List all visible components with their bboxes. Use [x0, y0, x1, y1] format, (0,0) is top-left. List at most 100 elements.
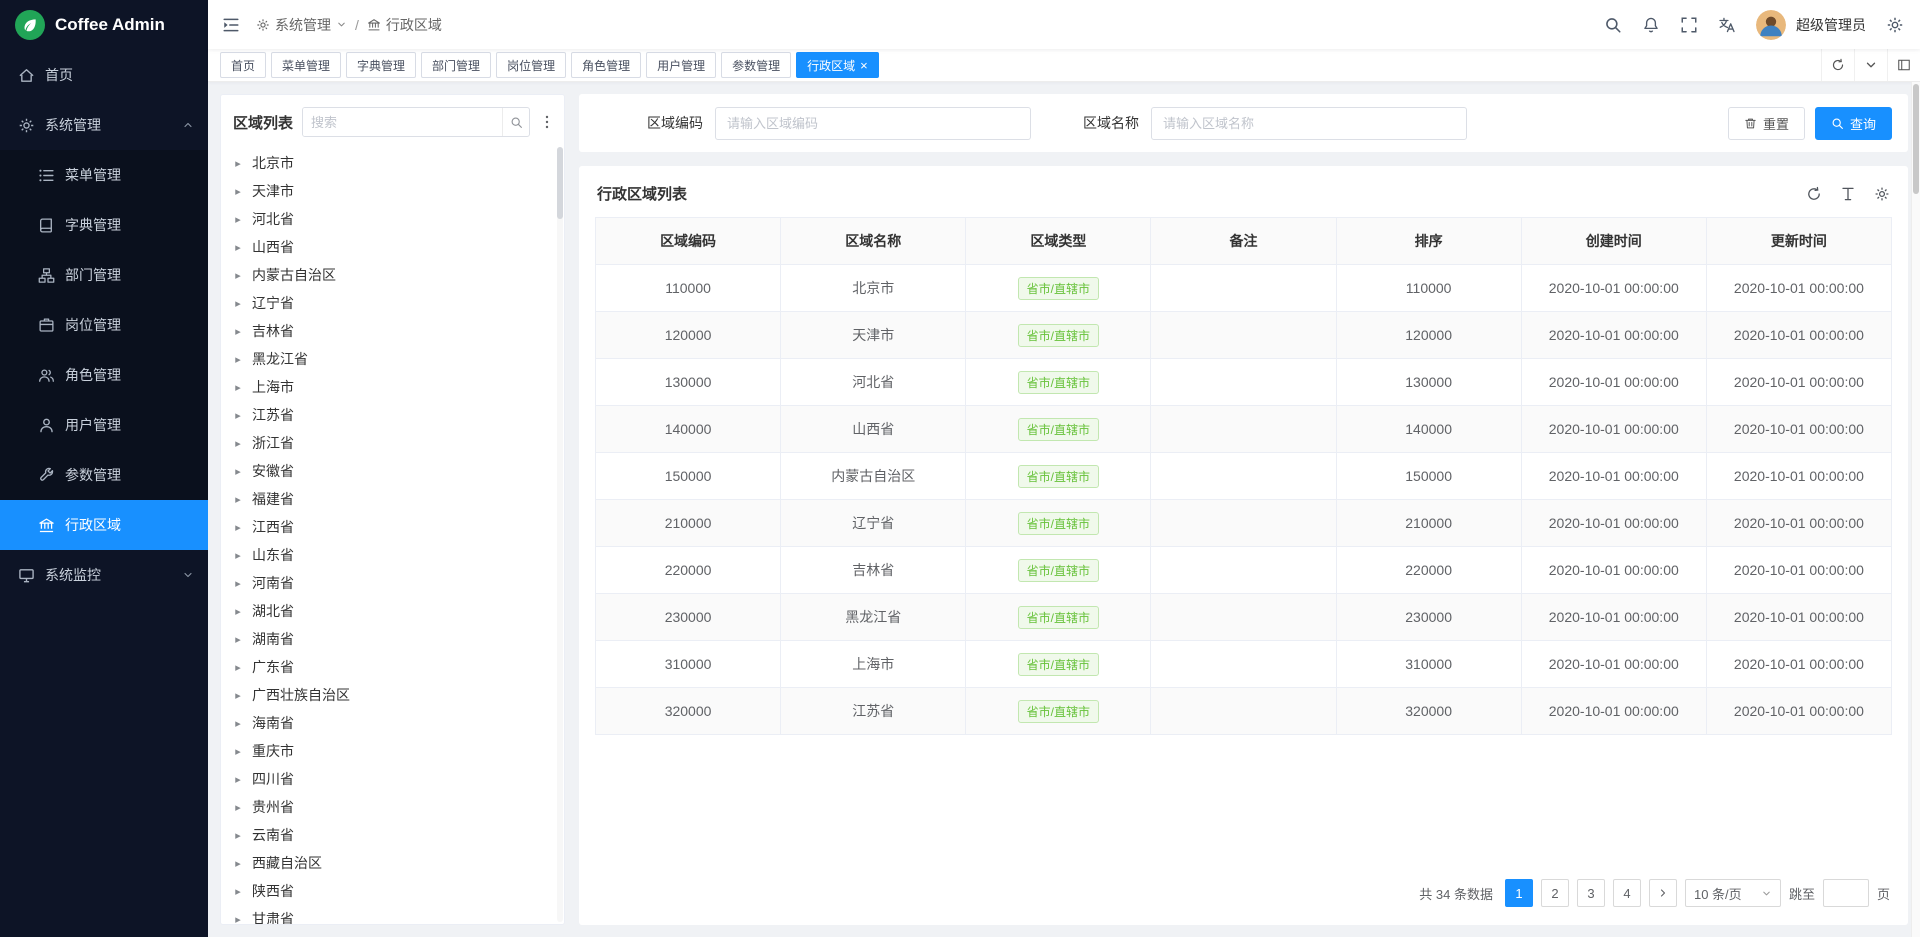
table-cell: 省市/直辖市 [966, 359, 1151, 406]
reset-button-label: 重置 [1763, 114, 1789, 133]
page-size-select[interactable]: 10 条/页 [1685, 879, 1781, 907]
tab-user[interactable]: 用户管理 [646, 52, 716, 78]
page-button-3[interactable]: 3 [1577, 879, 1605, 907]
settings-gear-icon[interactable] [1886, 16, 1904, 34]
caret-right-icon: ▸ [233, 633, 243, 646]
table-cell: 内蒙古自治区 [781, 453, 966, 500]
tree-item[interactable]: ▸辽宁省 [233, 289, 550, 317]
tree-item[interactable]: ▸江苏省 [233, 401, 550, 429]
table-row: 130000河北省省市/直辖市1300002020-10-01 00:00:00… [596, 359, 1892, 406]
tree-item[interactable]: ▸河南省 [233, 569, 550, 597]
chevron-right-icon [1657, 887, 1669, 899]
tree-item[interactable]: ▸陕西省 [233, 877, 550, 905]
fullscreen-icon[interactable] [1680, 16, 1698, 34]
tree-item[interactable]: ▸浙江省 [233, 429, 550, 457]
refresh-icon[interactable] [1806, 186, 1822, 202]
user-avatar[interactable] [1756, 10, 1786, 40]
region-search-input[interactable] [303, 108, 502, 136]
tree-item[interactable]: ▸安徽省 [233, 457, 550, 485]
window-scrollbar-thumb[interactable] [1913, 84, 1919, 194]
table-row: 140000山西省省市/直辖市1400002020-10-01 00:00:00… [596, 406, 1892, 453]
tree-item[interactable]: ▸西藏自治区 [233, 849, 550, 877]
sidebar-item-menu[interactable]: 菜单管理 [0, 150, 208, 200]
sidebar-item-region[interactable]: 行政区域 [0, 500, 208, 550]
sidebar-item-home[interactable]: 首页 [0, 50, 208, 100]
refresh-tabs-icon[interactable] [1821, 49, 1854, 81]
sidebar-item-post[interactable]: 岗位管理 [0, 300, 208, 350]
panel-scrollbar-thumb[interactable] [557, 147, 563, 219]
sidebar-item-dept[interactable]: 部门管理 [0, 250, 208, 300]
layout-expand-icon[interactable] [1887, 49, 1920, 81]
tree-item[interactable]: ▸甘肃省 [233, 905, 550, 924]
notification-bell-icon[interactable] [1642, 16, 1660, 34]
tree-item[interactable]: ▸贵州省 [233, 793, 550, 821]
sidebar-item-user[interactable]: 用户管理 [0, 400, 208, 450]
table-settings-gear-icon[interactable] [1874, 186, 1890, 202]
tree-item[interactable]: ▸吉林省 [233, 317, 550, 345]
sidebar-item-system-monitor[interactable]: 系统监控 [0, 550, 208, 600]
tree-item[interactable]: ▸广东省 [233, 653, 550, 681]
table-cell: 2020-10-01 00:00:00 [1521, 641, 1706, 688]
tab-dept[interactable]: 部门管理 [421, 52, 491, 78]
tree-item[interactable]: ▸湖南省 [233, 625, 550, 653]
collapse-sidebar-icon[interactable] [222, 16, 240, 34]
tree-item[interactable]: ▸北京市 [233, 149, 550, 177]
tab-role[interactable]: 角色管理 [571, 52, 641, 78]
breadcrumb-label: 行政区域 [386, 15, 442, 35]
caret-right-icon: ▸ [233, 269, 243, 282]
sidebar-item-dict[interactable]: 字典管理 [0, 200, 208, 250]
more-options-icon[interactable] [539, 114, 555, 130]
search-icon[interactable] [502, 108, 529, 136]
tab-menu-chevron-icon[interactable] [1854, 49, 1887, 81]
tree-item[interactable]: ▸山西省 [233, 233, 550, 261]
tree-item[interactable]: ▸福建省 [233, 485, 550, 513]
tab-param[interactable]: 参数管理 [721, 52, 791, 78]
tree-item[interactable]: ▸云南省 [233, 821, 550, 849]
tree-item[interactable]: ▸上海市 [233, 373, 550, 401]
total-count: 共 34 条数据 [1419, 884, 1493, 903]
chevron-down-icon [1761, 888, 1772, 899]
tab-region[interactable]: 行政区域 × [796, 52, 879, 78]
jump-page-input[interactable] [1823, 879, 1869, 907]
table-cell: 210000 [1336, 500, 1521, 547]
tree-item-label: 福建省 [252, 489, 294, 509]
tab-label: 行政区域 [807, 57, 855, 74]
column-height-icon[interactable] [1840, 186, 1856, 202]
tree-item[interactable]: ▸天津市 [233, 177, 550, 205]
tree-item[interactable]: ▸广西壮族自治区 [233, 681, 550, 709]
close-tab-icon[interactable]: × [860, 59, 868, 72]
search-icon[interactable] [1604, 16, 1622, 34]
sidebar-item-param[interactable]: 参数管理 [0, 450, 208, 500]
window-scrollbar[interactable] [1911, 82, 1920, 937]
sidebar-item-role[interactable]: 角色管理 [0, 350, 208, 400]
tab-home[interactable]: 首页 [220, 52, 266, 78]
region-tree: ▸北京市▸天津市▸河北省▸山西省▸内蒙古自治区▸辽宁省▸吉林省▸黑龙江省▸上海市… [221, 147, 564, 924]
page-button-4[interactable]: 4 [1613, 879, 1641, 907]
table-cell: 2020-10-01 00:00:00 [1521, 688, 1706, 735]
page-button-1[interactable]: 1 [1505, 879, 1533, 907]
tab-post[interactable]: 岗位管理 [496, 52, 566, 78]
tab-menu[interactable]: 菜单管理 [271, 52, 341, 78]
region-name-input[interactable] [1151, 107, 1467, 140]
tree-item[interactable]: ▸江西省 [233, 513, 550, 541]
page-button-2[interactable]: 2 [1541, 879, 1569, 907]
tab-dict[interactable]: 字典管理 [346, 52, 416, 78]
table-tools [1806, 186, 1890, 202]
tree-item[interactable]: ▸湖北省 [233, 597, 550, 625]
query-button[interactable]: 查询 [1815, 107, 1892, 140]
next-page-button[interactable] [1649, 879, 1677, 907]
translate-icon[interactable] [1718, 16, 1736, 34]
parameter-icon [38, 467, 55, 484]
tree-item[interactable]: ▸重庆市 [233, 737, 550, 765]
breadcrumb-item-system[interactable]: 系统管理 [256, 15, 347, 35]
tree-item[interactable]: ▸内蒙古自治区 [233, 261, 550, 289]
tree-item[interactable]: ▸黑龙江省 [233, 345, 550, 373]
panel-scrollbar[interactable] [557, 147, 563, 922]
tree-item[interactable]: ▸海南省 [233, 709, 550, 737]
reset-button[interactable]: 重置 [1728, 107, 1805, 140]
tree-item[interactable]: ▸四川省 [233, 765, 550, 793]
tree-item[interactable]: ▸河北省 [233, 205, 550, 233]
sidebar-item-system-management[interactable]: 系统管理 [0, 100, 208, 150]
tree-item[interactable]: ▸山东省 [233, 541, 550, 569]
region-code-input[interactable] [715, 107, 1031, 140]
